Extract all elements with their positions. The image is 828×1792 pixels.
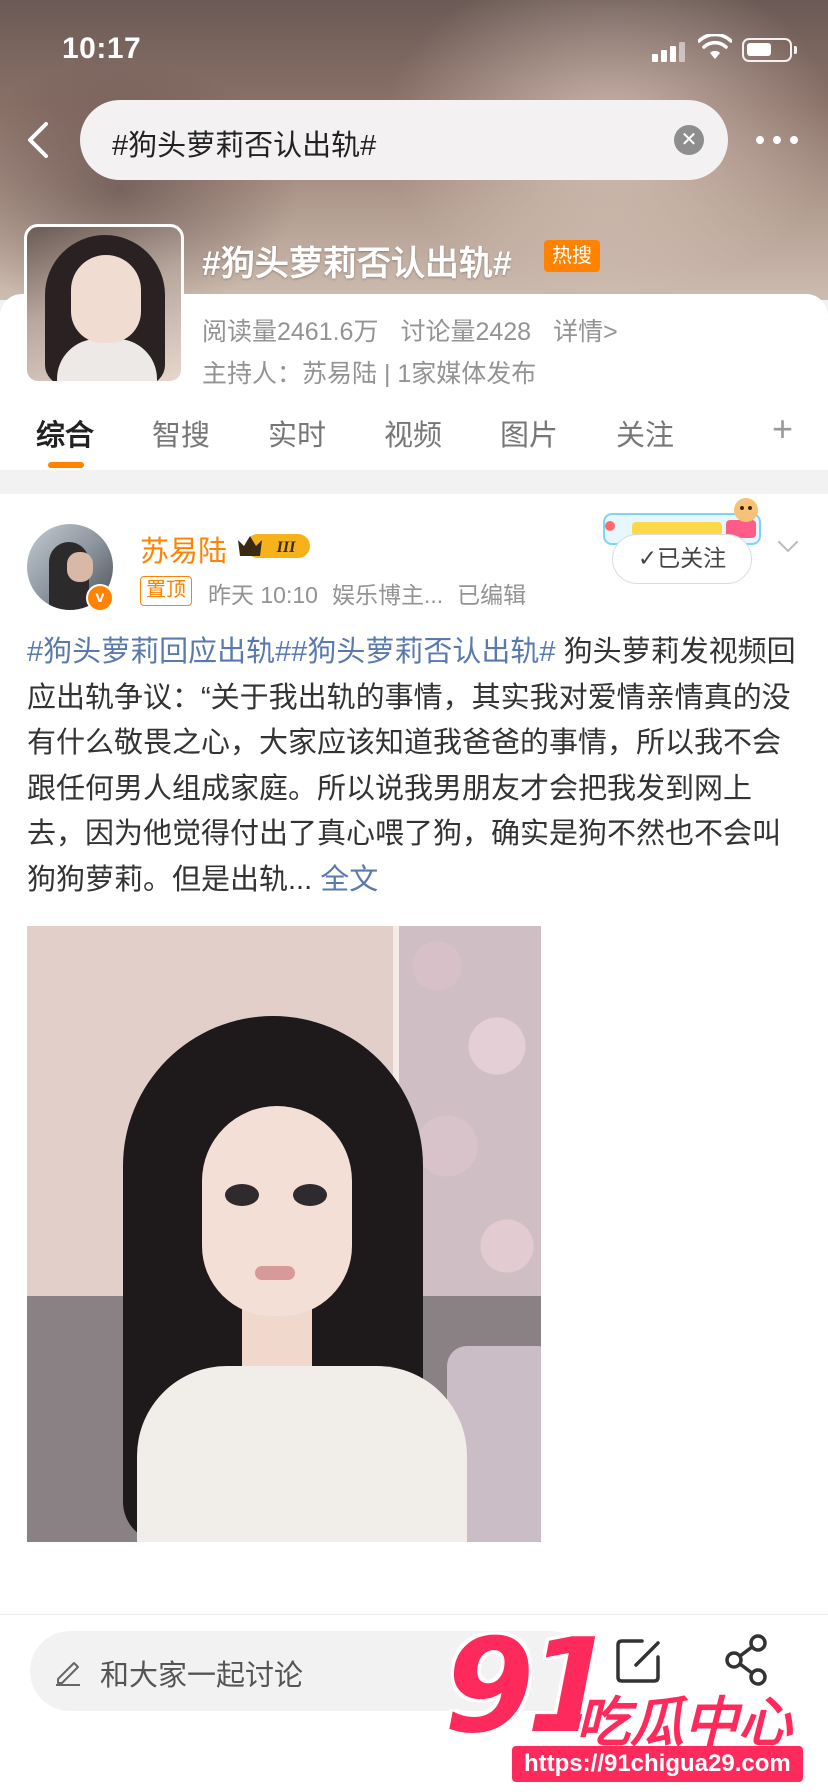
discussion-count: 讨论量2428 (400, 318, 532, 346)
pinned-badge: 置顶 (140, 576, 192, 606)
battery-icon (742, 38, 797, 62)
back-icon[interactable] (18, 118, 58, 162)
read-more-link[interactable]: 全文 (320, 864, 378, 896)
hashtag-link[interactable]: #狗头萝莉否认出轨# (291, 636, 555, 668)
chevron-down-icon[interactable] (776, 534, 800, 558)
site-watermark: 91 吃瓜中心 https://91chigua29.com (440, 1610, 828, 1792)
read-count: 阅读量2461.6万 (202, 318, 379, 346)
follow-button[interactable]: ✓已关注 (612, 534, 752, 584)
details-link[interactable]: 详情> (553, 318, 618, 346)
wifi-icon (698, 34, 732, 59)
post-image[interactable] (27, 926, 541, 1542)
hot-search-badge: 热搜 (544, 240, 600, 272)
tab-smart-search[interactable]: 智搜 (152, 412, 210, 454)
post-card: v 苏易陆 III 置顶 昨天 10:10 娱乐博主... 已编辑 ✓已关注 #狗头… (0, 494, 828, 1614)
hashtag-link[interactable]: #狗头萝莉回应出轨# (27, 636, 291, 668)
more-options-icon[interactable] (752, 125, 802, 155)
follow-button-label: 已关注 (657, 545, 727, 571)
topic-stats: 阅读量2461.6万 讨论量2428 详情> (202, 312, 618, 348)
post-body: 狗头萝莉发视频回应出轨争议：“关于我出轨的事情，其实我对爱情亲情真的没有什么敬畏… (27, 636, 796, 896)
edited-label[interactable]: 已编辑 (457, 582, 526, 608)
active-tab-indicator (48, 462, 84, 468)
add-tab-icon[interactable]: + (772, 408, 793, 450)
post-text: #狗头萝莉回应出轨##狗头萝莉否认出轨# 狗头萝莉发视频回应出轨争议：“关于我出… (27, 630, 797, 903)
search-input[interactable]: #狗头萝莉否认出轨# ✕ (80, 100, 728, 180)
cellular-signal-icon (652, 40, 688, 62)
member-level-text: III (276, 539, 296, 556)
author-name[interactable]: 苏易陆 (140, 528, 227, 570)
search-query: #狗头萝莉否认出轨# (112, 130, 377, 162)
topic-host[interactable]: 主持人：苏易陆 | 1家媒体发布 (202, 354, 536, 390)
topic-cover-image[interactable] (24, 224, 184, 384)
member-level-badge-icon: III (238, 534, 310, 558)
pencil-icon (56, 1662, 80, 1686)
comment-placeholder: 和大家一起讨论 (100, 1660, 304, 1692)
post-source: 娱乐博主... (331, 582, 444, 608)
post-meta: 昨天 10:10 娱乐博主... 已编辑 (208, 576, 540, 610)
tab-comprehensive[interactable]: 综合 (36, 412, 94, 454)
tab-realtime[interactable]: 实时 (268, 412, 326, 454)
tab-following[interactable]: 关注 (616, 412, 674, 454)
clear-search-icon[interactable]: ✕ (674, 125, 704, 155)
watermark-url: https://91chigua29.com (512, 1746, 803, 1782)
tab-video[interactable]: 视频 (384, 412, 442, 454)
status-bar: 10:17 (0, 0, 828, 90)
search-nav-row: #狗头萝莉否认出轨# ✕ (0, 100, 828, 180)
status-time: 10:17 (62, 32, 142, 65)
topic-title: #狗头萝莉否认出轨# (202, 245, 512, 283)
post-time: 昨天 10:10 (208, 582, 318, 608)
tab-images[interactable]: 图片 (500, 412, 558, 454)
topic-tabs: 综合 智搜 实时 视频 图片 关注 + (0, 400, 828, 470)
verified-badge-icon: v (86, 584, 114, 612)
